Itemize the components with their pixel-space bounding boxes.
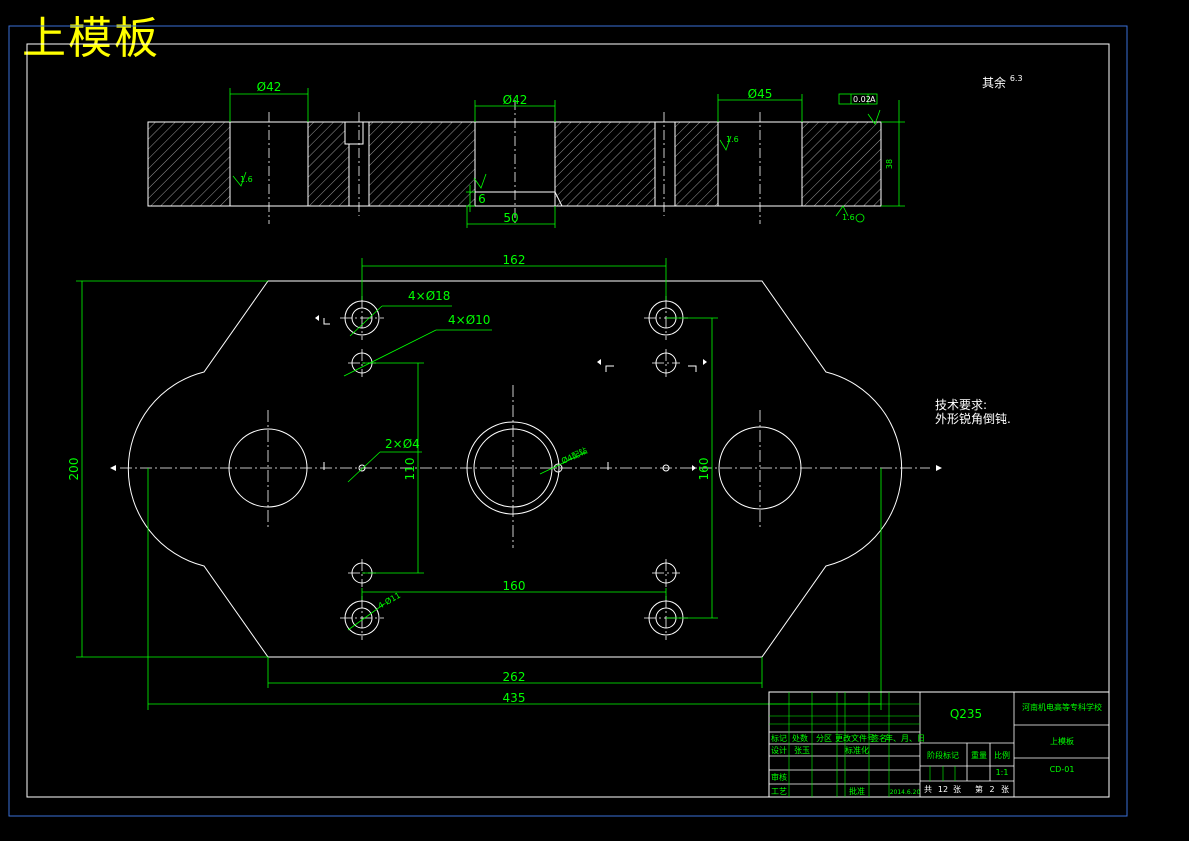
- hdr-count: 处数: [792, 733, 808, 743]
- design-label: 设计: [771, 745, 787, 755]
- dim-w435: 435: [503, 691, 526, 705]
- dim-w262: 262: [503, 670, 526, 684]
- approve-label: 批准: [849, 786, 865, 796]
- scale-value: 1:1: [996, 768, 1009, 777]
- dim-w50: 50: [503, 211, 518, 225]
- approve-date: 2014.6.20: [890, 789, 921, 796]
- dim-h200: 200: [67, 458, 81, 481]
- sheet-no-label: 第: [975, 784, 983, 794]
- weight-label: 重量: [971, 750, 987, 760]
- dim-w160: 160: [503, 579, 526, 593]
- drawing-number: CD-01: [1050, 765, 1075, 774]
- ra-bottom: 1.6: [842, 213, 855, 222]
- dim-d42-left: Ø42: [257, 80, 282, 94]
- designer: 张玉: [794, 746, 810, 755]
- std-label: 标准化: [845, 745, 869, 755]
- note-holes-18: 4×Ø18: [408, 289, 450, 303]
- title-block: Q235 河南机电高等专科学校 上模板 CD-01 1:1 标记 处数 分区 更…: [768, 691, 1110, 798]
- process-label: 工艺: [771, 787, 787, 796]
- stage-label: 阶段标记: [927, 750, 959, 760]
- dim-d42-mid: Ø42: [503, 93, 528, 107]
- note-center: Ø4配钻: [560, 445, 589, 466]
- dim-w162: 162: [503, 253, 526, 267]
- note-pin: 4-Ø11: [376, 590, 402, 611]
- plan-view: 162 160 262 435 200 110 160 4×Ø18 4×Ø10 …: [67, 253, 942, 710]
- ra-right: 1.6: [726, 135, 739, 144]
- hdr-mark: 标记: [771, 733, 787, 743]
- drawing-canvas: Ø42 Ø42 Ø45 50 6 38 1.6 1.6 1.6 0.02 A 1…: [8, 25, 1128, 817]
- dim-h6: 6: [478, 192, 486, 206]
- dim-d45: Ø45: [748, 87, 773, 101]
- dim-h160: 160: [697, 458, 711, 481]
- note-holes-4: 2×Ø4: [385, 437, 420, 451]
- note-holes-10: 4×Ø10: [448, 313, 490, 327]
- sheets-total-label: 共: [924, 785, 932, 794]
- dim-h110: 110: [403, 458, 417, 481]
- sheets-unit: 张: [953, 785, 961, 794]
- flatness-tol: 0.02: [853, 95, 871, 104]
- sheet-no: 2: [989, 785, 994, 794]
- hdr-zone: 分区: [816, 734, 832, 743]
- part-name: 上模板: [1050, 736, 1074, 746]
- school-name: 河南机电高等专科学校: [1022, 702, 1102, 712]
- hdr-date: 年、月、日: [885, 733, 925, 743]
- dim-h38: 38: [885, 159, 894, 169]
- ra-left: 1.6: [240, 175, 253, 184]
- scale-label: 比例: [994, 750, 1010, 760]
- material: Q235: [950, 707, 982, 721]
- sheet-no-unit: 张: [1001, 785, 1009, 794]
- review-label: 审核: [771, 772, 787, 782]
- sheets-total: 12: [938, 785, 948, 794]
- flatness-ref: A: [870, 95, 876, 104]
- hdr-change-doc: 更改文件号: [835, 733, 875, 743]
- section-view: Ø42 Ø42 Ø45 50 6 38 1.6 1.6 1.6 0.02 A: [147, 80, 905, 228]
